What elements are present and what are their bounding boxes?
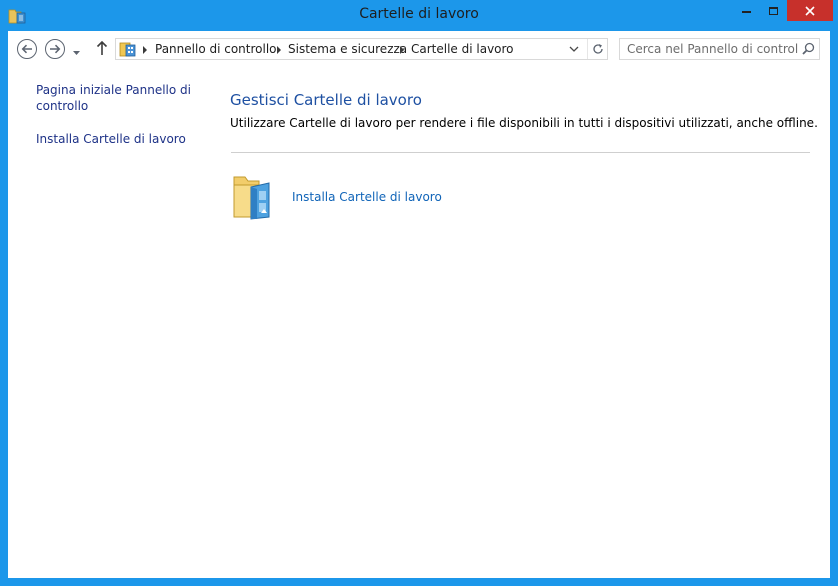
divider	[231, 152, 810, 153]
close-icon	[805, 5, 815, 16]
page-title: Gestisci Cartelle di lavoro	[230, 91, 422, 109]
refresh-icon	[592, 44, 603, 54]
close-button[interactable]	[787, 0, 833, 21]
address-bar[interactable]: Pannello di controllo Sistema e sicurezz…	[115, 38, 608, 60]
up-arrow-icon	[96, 40, 108, 55]
breadcrumb-separator-icon[interactable]	[143, 46, 147, 54]
left-pane: Pagina iniziale Pannello di controllo In…	[8, 69, 213, 578]
work-folders-icon[interactable]	[231, 173, 275, 221]
back-button[interactable]	[17, 39, 37, 59]
breadcrumb-work-folders[interactable]: Cartelle di lavoro	[411, 42, 514, 56]
recent-locations-icon	[73, 51, 80, 55]
minimize-icon	[742, 10, 751, 13]
maximize-icon	[769, 6, 778, 15]
search-icon[interactable]	[802, 42, 815, 58]
navigation-bar: Pannello di controllo Sistema e sicurezz…	[8, 31, 830, 69]
window: Cartelle di lavoro Pannello di controllo…	[0, 0, 838, 586]
breadcrumb-separator-icon[interactable]	[277, 46, 281, 54]
forward-button[interactable]	[45, 39, 65, 59]
up-button[interactable]	[96, 40, 108, 59]
breadcrumb-system-security[interactable]: Sistema e sicurezza	[288, 42, 407, 56]
address-dropdown-button[interactable]	[568, 43, 580, 58]
minimize-button[interactable]	[733, 0, 760, 21]
main-content: Gestisci Cartelle di lavoro Utilizzare C…	[213, 69, 830, 578]
breadcrumb-control-panel[interactable]: Pannello di controllo	[155, 42, 277, 56]
chevron-down-icon	[569, 46, 579, 52]
install-work-folders-side-link[interactable]: Installa Cartelle di lavoro	[36, 131, 196, 147]
window-title: Cartelle di lavoro	[359, 6, 479, 22]
page-description: Utilizzare Cartelle di lavoro per render…	[230, 116, 818, 130]
breadcrumb-separator-icon[interactable]	[400, 46, 404, 54]
recent-locations-button[interactable]	[72, 45, 81, 59]
client-area: Pannello di controllo Sistema e sicurezz…	[8, 31, 830, 578]
control-panel-home-link[interactable]: Pagina iniziale Pannello di controllo	[36, 82, 196, 114]
refresh-button[interactable]	[587, 39, 607, 59]
forward-arrow-icon	[50, 44, 61, 54]
control-panel-icon	[119, 41, 137, 57]
install-work-folders-link[interactable]: Installa Cartelle di lavoro	[292, 190, 442, 204]
search-input[interactable]	[620, 39, 798, 59]
search-box[interactable]	[619, 38, 820, 60]
maximize-button[interactable]	[760, 0, 787, 21]
back-arrow-icon	[21, 44, 32, 54]
title-bar[interactable]: Cartelle di lavoro	[0, 0, 838, 31]
